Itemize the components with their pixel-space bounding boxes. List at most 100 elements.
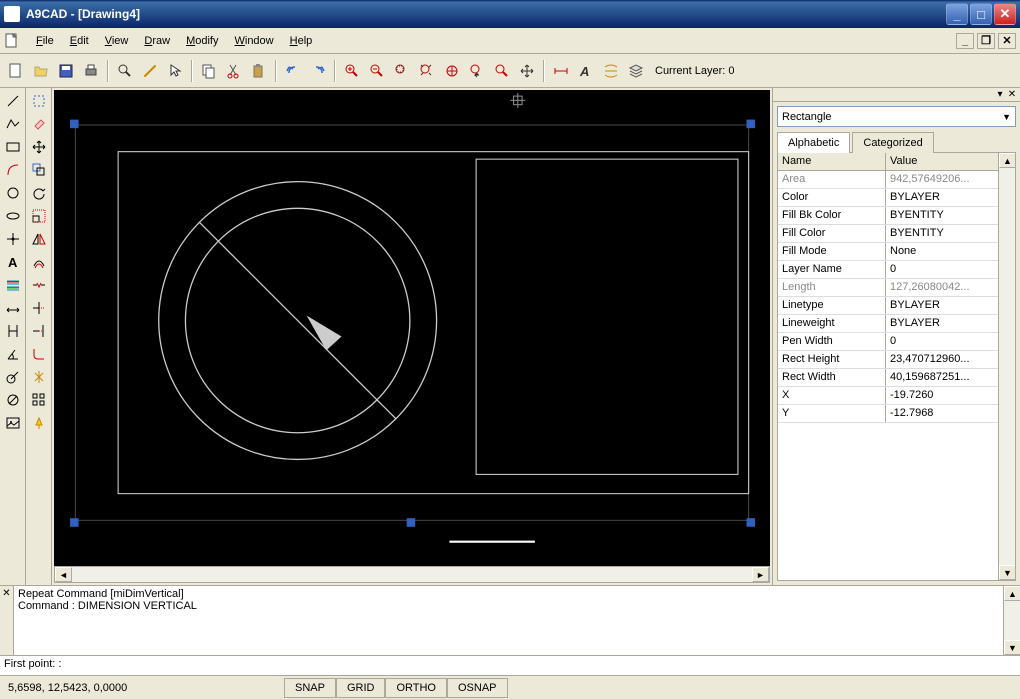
property-row[interactable]: LineweightBYLAYER xyxy=(778,315,998,333)
menu-view[interactable]: View xyxy=(97,32,137,50)
property-value[interactable]: BYENTITY xyxy=(886,207,998,224)
command-history[interactable]: Repeat Command [miDimVertical] Command :… xyxy=(14,586,1003,655)
break-tool[interactable] xyxy=(28,274,50,296)
zoom-prev-button[interactable] xyxy=(465,59,489,83)
mdi-close-button[interactable]: ✕ xyxy=(998,33,1016,49)
panel-pin-button[interactable]: ▾ xyxy=(994,89,1006,101)
property-row[interactable]: Rect Height23,470712960... xyxy=(778,351,998,369)
menu-edit[interactable]: Edit xyxy=(62,32,97,50)
property-value[interactable]: 0 xyxy=(886,333,998,350)
zoom-fit-button[interactable] xyxy=(113,59,137,83)
property-value[interactable]: BYLAYER xyxy=(886,315,998,332)
array-tool[interactable] xyxy=(28,389,50,411)
fillet-tool[interactable] xyxy=(28,343,50,365)
scroll-up-button[interactable]: ▲ xyxy=(999,153,1016,168)
tab-alphabetic[interactable]: Alphabetic xyxy=(777,132,850,153)
header-name[interactable]: Name xyxy=(778,153,886,170)
grid-toggle[interactable]: GRID xyxy=(336,678,386,698)
scroll-down-button[interactable]: ▼ xyxy=(999,565,1016,580)
pick-button[interactable] xyxy=(163,59,187,83)
erase-tool[interactable] xyxy=(28,113,50,135)
horizontal-scrollbar[interactable]: ◄ ► xyxy=(54,566,770,583)
maximize-button[interactable]: □ xyxy=(970,3,992,25)
minimize-button[interactable]: _ xyxy=(946,3,968,25)
property-value[interactable]: BYLAYER xyxy=(886,189,998,206)
property-value[interactable]: 0 xyxy=(886,261,998,278)
text-style-button[interactable]: A xyxy=(574,59,598,83)
image-tool[interactable] xyxy=(2,412,24,434)
command-input[interactable]: First point: : xyxy=(0,655,1020,675)
paste-button[interactable] xyxy=(247,59,271,83)
panel-close-button[interactable]: ✕ xyxy=(1006,89,1018,101)
dim-vertical-tool[interactable] xyxy=(2,320,24,342)
zoom-realtime-button[interactable] xyxy=(490,59,514,83)
dimension-button[interactable] xyxy=(549,59,573,83)
menu-help[interactable]: Help xyxy=(282,32,321,50)
tab-categorized[interactable]: Categorized xyxy=(852,132,933,153)
property-row[interactable]: Fill Bk ColorBYENTITY xyxy=(778,207,998,225)
header-value[interactable]: Value xyxy=(886,153,998,170)
property-row[interactable]: LinetypeBYLAYER xyxy=(778,297,998,315)
pan-button[interactable] xyxy=(515,59,539,83)
command-scrollbar[interactable]: ▲ ▼ xyxy=(1003,586,1020,655)
copy-object-tool[interactable] xyxy=(28,159,50,181)
menu-window[interactable]: Window xyxy=(226,32,281,50)
mirror-tool[interactable] xyxy=(28,228,50,250)
property-row[interactable]: Area942,57649206... xyxy=(778,171,998,189)
rotate-tool[interactable] xyxy=(28,182,50,204)
property-value[interactable]: 40,159687251... xyxy=(886,369,998,386)
zoom-window-button[interactable] xyxy=(390,59,414,83)
command-close-button[interactable]: ✕ xyxy=(0,586,14,655)
redo-button[interactable] xyxy=(306,59,330,83)
property-row[interactable]: Rect Width40,159687251... xyxy=(778,369,998,387)
offset-tool[interactable] xyxy=(28,251,50,273)
property-value[interactable]: BYLAYER xyxy=(886,297,998,314)
property-value[interactable]: None xyxy=(886,243,998,260)
arc-tool[interactable] xyxy=(2,159,24,181)
measure-button[interactable] xyxy=(138,59,162,83)
scroll-down-button[interactable]: ▼ xyxy=(1004,640,1020,655)
scroll-up-button[interactable]: ▲ xyxy=(1004,586,1020,601)
ortho-toggle[interactable]: ORTHO xyxy=(385,678,447,698)
point-tool[interactable] xyxy=(2,228,24,250)
property-row[interactable]: Y-12.7968 xyxy=(778,405,998,423)
select-tool[interactable] xyxy=(28,90,50,112)
object-type-selector[interactable]: Rectangle ▼ xyxy=(777,106,1016,127)
print-button[interactable] xyxy=(79,59,103,83)
osnap-toggle[interactable]: OSNAP xyxy=(447,678,508,698)
property-value[interactable]: -12.7968 xyxy=(886,405,998,422)
extend-tool[interactable] xyxy=(28,320,50,342)
dim-diameter-tool[interactable] xyxy=(2,389,24,411)
scroll-right-button[interactable]: ► xyxy=(752,567,769,582)
ellipse-tool[interactable] xyxy=(2,205,24,227)
dim-radius-tool[interactable] xyxy=(2,366,24,388)
hatch-tool[interactable] xyxy=(2,274,24,296)
zoom-all-button[interactable] xyxy=(440,59,464,83)
layers-button[interactable] xyxy=(624,59,648,83)
undo-button[interactable] xyxy=(281,59,305,83)
save-button[interactable] xyxy=(54,59,78,83)
drawing-canvas[interactable] xyxy=(54,90,770,566)
explode-tool[interactable] xyxy=(28,366,50,388)
property-row[interactable]: Fill ModeNone xyxy=(778,243,998,261)
property-row[interactable]: ColorBYLAYER xyxy=(778,189,998,207)
property-row[interactable]: Fill ColorBYENTITY xyxy=(778,225,998,243)
grid-scrollbar[interactable]: ▲ ▼ xyxy=(998,153,1015,580)
property-row[interactable]: Pen Width0 xyxy=(778,333,998,351)
property-value[interactable]: 23,470712960... xyxy=(886,351,998,368)
circle-tool[interactable] xyxy=(2,182,24,204)
close-button[interactable]: ✕ xyxy=(994,3,1016,25)
mdi-minimize-button[interactable]: _ xyxy=(956,33,974,49)
move-tool[interactable] xyxy=(28,136,50,158)
menu-file[interactable]: File xyxy=(28,32,62,50)
dim-angular-tool[interactable] xyxy=(2,343,24,365)
new-button[interactable] xyxy=(4,59,28,83)
menu-draw[interactable]: Draw xyxy=(136,32,178,50)
rectangle-tool[interactable] xyxy=(2,136,24,158)
properties-tool[interactable] xyxy=(28,412,50,434)
text-tool[interactable]: A xyxy=(2,251,24,273)
zoom-extents-button[interactable] xyxy=(415,59,439,83)
property-row[interactable]: Length127,26080042... xyxy=(778,279,998,297)
trim-tool[interactable] xyxy=(28,297,50,319)
linetype-button[interactable] xyxy=(599,59,623,83)
